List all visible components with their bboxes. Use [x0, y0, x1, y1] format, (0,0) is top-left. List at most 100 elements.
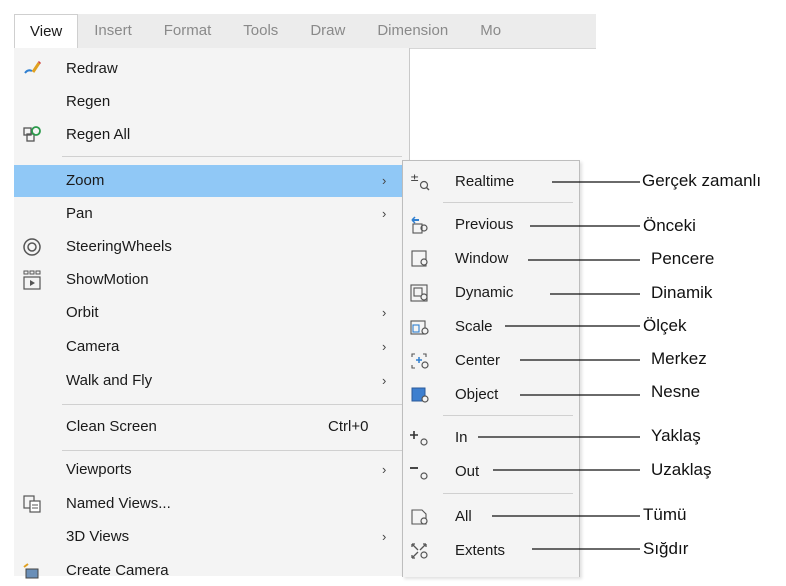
menu-item-zoom[interactable]: Zoom ›	[14, 165, 409, 197]
submenu-item-extents[interactable]: Extents	[403, 535, 579, 567]
menu-separator	[62, 450, 402, 451]
regen-all-icon	[23, 126, 41, 142]
submenu-item-center[interactable]: Center	[403, 345, 579, 377]
submenu-item-label: All	[455, 508, 472, 525]
menu-insert[interactable]: Insert	[78, 14, 148, 48]
menu-item-named-views[interactable]: Named Views...	[14, 489, 409, 519]
menu-dimension[interactable]: Dimension	[361, 14, 464, 48]
menu-item-label: SteeringWheels	[66, 238, 172, 255]
menu-item-label: Regen	[66, 93, 111, 110]
zoom-all-icon	[411, 509, 428, 525]
menu-item-regen[interactable]: Regen	[14, 87, 409, 117]
submenu-item-in[interactable]: In	[403, 422, 579, 454]
submenu-item-previous[interactable]: Previous	[403, 209, 579, 241]
submenu-item-window[interactable]: Window	[403, 243, 579, 275]
callout-object: Nesne	[651, 382, 701, 401]
chevron-right-icon: ›	[382, 529, 387, 544]
menu-item-3d-views[interactable]: 3D Views ›	[14, 522, 409, 552]
zoom-submenu: ± Realtime Previous Window Dynamic Scale…	[402, 160, 580, 577]
submenu-item-label: Extents	[455, 542, 506, 559]
submenu-item-label: Center	[455, 352, 501, 369]
chevron-right-icon: ›	[382, 462, 387, 477]
menu-modify-truncated[interactable]: Mo	[464, 14, 517, 48]
zoom-extents-icon	[411, 543, 428, 559]
callout-center: Merkez	[651, 349, 707, 368]
submenu-item-scale[interactable]: Scale	[403, 311, 579, 343]
menu-item-label: Viewports	[66, 461, 132, 478]
menu-item-showmotion[interactable]: ShowMotion	[14, 265, 409, 295]
menu-item-label: Named Views...	[66, 495, 171, 512]
callout-extents: Sığdır	[643, 539, 689, 558]
submenu-item-label: In	[455, 429, 468, 446]
submenu-item-label: Realtime	[455, 173, 515, 190]
zoom-out-icon	[410, 467, 428, 480]
callout-window: Pencere	[651, 249, 715, 268]
menu-item-pan[interactable]: Pan ›	[14, 199, 409, 229]
create-camera-icon	[23, 563, 39, 579]
menu-separator	[443, 493, 573, 494]
menu-item-label: Zoom	[66, 172, 105, 189]
menu-item-clean-screen[interactable]: Clean Screen Ctrl+0	[14, 412, 409, 442]
menu-item-viewports[interactable]: Viewports ›	[14, 455, 409, 485]
menu-item-label: Camera	[66, 338, 120, 355]
menu-item-label: Walk and Fly	[66, 372, 153, 389]
menu-item-label: Orbit	[66, 304, 99, 321]
menu-item-camera[interactable]: Camera ›	[14, 332, 409, 362]
menu-item-label: 3D Views	[66, 528, 130, 545]
submenu-item-realtime[interactable]: ± Realtime	[403, 166, 579, 198]
menu-tools[interactable]: Tools	[227, 14, 294, 48]
zoom-previous-icon	[411, 216, 428, 234]
menu-separator	[443, 415, 573, 416]
submenu-item-label: Window	[455, 250, 509, 267]
callout-out: Uzaklaş	[651, 460, 712, 479]
menu-item-label: Create Camera	[66, 562, 169, 579]
menu-item-create-camera[interactable]: Create Camera	[14, 556, 409, 586]
callout-in: Yaklaş	[651, 426, 701, 445]
submenu-item-label: Dynamic	[455, 284, 514, 301]
shortcut-label: Ctrl+0	[328, 418, 369, 435]
menu-bar: View Insert Format Tools Draw Dimension …	[14, 14, 596, 49]
menu-separator	[443, 202, 573, 203]
zoom-realtime-icon: ±	[410, 172, 430, 191]
named-views-icon	[23, 495, 41, 513]
menu-item-orbit[interactable]: Orbit ›	[14, 298, 409, 328]
chevron-right-icon: ›	[382, 173, 387, 188]
zoom-scale-icon	[410, 320, 429, 335]
menu-item-label: Pan	[66, 205, 93, 222]
submenu-item-all[interactable]: All	[403, 501, 579, 533]
chevron-right-icon: ›	[382, 373, 387, 388]
callout-all: Tümü	[643, 505, 687, 524]
menu-draw[interactable]: Draw	[294, 14, 361, 48]
submenu-item-out[interactable]: Out	[403, 456, 579, 488]
chevron-right-icon: ›	[382, 305, 387, 320]
view-menu: Redraw Regen Regen All Zoom › Pan › Stee…	[14, 48, 410, 579]
callout-previous: Önceki	[643, 216, 696, 235]
menu-separator	[62, 156, 402, 157]
menu-separator	[62, 404, 402, 405]
submenu-item-dynamic[interactable]: Dynamic	[403, 277, 579, 309]
menu-view[interactable]: View	[14, 14, 79, 48]
submenu-item-label: Out	[455, 463, 480, 480]
chevron-right-icon: ›	[382, 206, 387, 221]
menu-item-walk-and-fly[interactable]: Walk and Fly ›	[14, 366, 409, 396]
menu-item-regen-all[interactable]: Regen All	[14, 120, 409, 150]
submenu-item-label: Object	[455, 386, 499, 403]
zoom-center-icon	[411, 353, 429, 369]
callout-realtime: Gerçek zamanlı	[642, 171, 762, 190]
menu-format[interactable]: Format	[148, 14, 228, 48]
zoom-dynamic-icon	[410, 284, 428, 302]
menu-item-steeringwheels[interactable]: SteeringWheels	[14, 232, 409, 262]
menu-item-redraw[interactable]: Redraw	[14, 54, 409, 84]
showmotion-icon	[23, 270, 41, 290]
menu-item-label: ShowMotion	[66, 271, 149, 288]
zoom-window-icon	[411, 250, 428, 267]
steeringwheels-icon	[23, 238, 41, 256]
chevron-right-icon: ›	[382, 339, 387, 354]
menu-item-label: Redraw	[66, 60, 118, 77]
menu-item-label: Clean Screen	[66, 418, 157, 435]
submenu-item-label: Scale	[455, 318, 493, 335]
submenu-item-object[interactable]: Object	[403, 379, 579, 411]
menu-item-label: Regen All	[66, 126, 131, 143]
callout-scale: Ölçek	[643, 316, 687, 335]
submenu-item-label: Previous	[455, 216, 514, 233]
